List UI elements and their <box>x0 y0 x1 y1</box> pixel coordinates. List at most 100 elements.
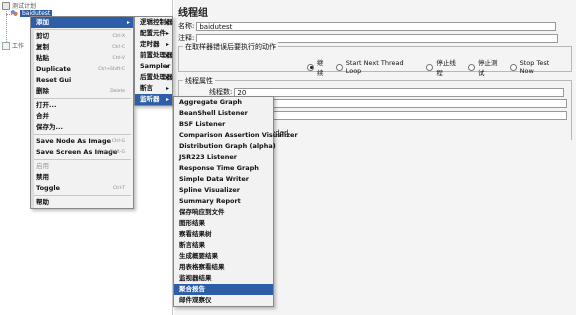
add-menu-item-3[interactable]: 前置处理器 ▸ <box>135 50 173 61</box>
radio-stop-test[interactable]: 停止测试 <box>468 57 504 77</box>
menu-item-shortcut: Ctrl-C <box>112 45 125 50</box>
listener-menu-item-aggregate-graph[interactable]: Aggregate Graph <box>174 97 273 108</box>
menu-item-label: 断言 <box>140 84 153 92</box>
error-action-legend: 在取样器错误后要执行的动作 <box>183 42 278 52</box>
context-menu-item-save-node-as-image[interactable]: Save Node As Image Ctrl-G <box>31 136 133 147</box>
name-field[interactable]: baidutest <box>196 21 557 31</box>
listener-menu-item-15[interactable]: 用表格察看结果 <box>174 262 273 273</box>
name-label: 名称: <box>178 22 195 30</box>
context-menu-item-reset-gui[interactable]: Reset Gui <box>31 75 133 86</box>
menu-item-label: 断言结果 <box>179 241 205 249</box>
menu-item-label: Reset Gui <box>36 76 72 84</box>
context-menu-item-3[interactable]: 复制 Ctrl-C <box>31 42 133 53</box>
menu-separator <box>33 29 131 30</box>
submenu-arrow-icon: ▸ <box>165 96 169 103</box>
radio-icon <box>335 63 343 71</box>
add-submenu: 逻辑控制器 ▸ 配置元件 ▸ 定时器 ▸ 前置处理器 ▸ Sampler ▸ 后置处理器 ▸ 断言 ▸ 监听… <box>134 16 173 106</box>
listener-menu-item-distribution-graph-alpha[interactable]: Distribution Graph (alpha) <box>174 141 276 152</box>
listener-menu-item-16[interactable]: 监视器结果 <box>174 273 273 284</box>
menu-item-label: 帮助 <box>36 198 49 206</box>
menu-item-label: 禁用 <box>36 173 49 181</box>
listener-menu-item-summary-report[interactable]: Summary Report <box>174 196 273 207</box>
menu-item-label: Distribution Graph (alpha) <box>179 142 276 150</box>
thread-group-icon <box>10 9 18 17</box>
listener-menu-item-18[interactable]: 邮件观察仪 <box>174 295 273 306</box>
add-menu-item-7[interactable]: 监听器 ▸ <box>135 94 172 105</box>
context-menu: 添加 ▸ 剪切 Ctrl-X 复制 Ctrl-C 粘贴 Ctrl-V Duplicate Ctrl… <box>30 16 134 209</box>
name-row: 名称: baidutest <box>178 21 557 31</box>
listener-menu-item-simple-data-writer[interactable]: Simple Data Writer <box>174 174 273 185</box>
menu-item-label: 监视器结果 <box>179 274 212 282</box>
menu-item-label: 打开... <box>36 101 57 109</box>
context-menu-item-9[interactable]: 打开... <box>31 100 133 111</box>
radio-stop-test-now[interactable]: Stop Test Now <box>509 59 565 75</box>
menu-item-shortcut: Ctrl+Shift-G <box>97 150 125 155</box>
menu-item-label: 复制 <box>36 43 49 51</box>
context-menu-item-10[interactable]: 合并 <box>31 111 133 122</box>
threads-field[interactable]: 20 <box>234 87 565 97</box>
tree-node-workbench[interactable]: 工作 <box>2 41 24 50</box>
context-menu-item-16: 启用 <box>31 161 133 172</box>
listener-menu-item-10[interactable]: 保存响应到文件 <box>174 207 273 218</box>
listener-menu-item-jsr223-listener[interactable]: JSR223 Listener <box>174 152 273 163</box>
menu-item-label: 保存响应到文件 <box>179 208 225 216</box>
listener-menu-item-11[interactable]: 图形结果 <box>174 218 273 229</box>
context-menu-item-save-screen-as-image[interactable]: Save Screen As Image Ctrl+Shift-G <box>31 147 133 158</box>
context-menu-item-7[interactable]: 删除 Delete <box>31 86 133 97</box>
add-menu-item-0[interactable]: 逻辑控制器 ▸ <box>135 17 173 28</box>
listener-menu-item-comparison-assertion-visualizer[interactable]: Comparison Assertion Visualizer <box>174 130 298 141</box>
submenu-arrow-icon: ▸ <box>165 19 169 26</box>
add-menu-item-sampler[interactable]: Sampler ▸ <box>135 61 172 72</box>
listener-menu-item-17[interactable]: 聚合报告 <box>174 284 273 295</box>
menu-item-label: BSF Listener <box>179 120 226 128</box>
menu-separator <box>33 195 131 196</box>
listener-menu-item-response-time-graph[interactable]: Response Time Graph <box>174 163 273 174</box>
radio-start-next-loop[interactable]: Start Next Thread Loop <box>335 59 421 75</box>
menu-item-shortcut: Ctrl-V <box>112 56 125 61</box>
add-menu-item-5[interactable]: 后置处理器 ▸ <box>135 72 173 83</box>
radio-continue[interactable]: 继续 <box>307 57 330 77</box>
menu-item-label: 保存为... <box>36 123 63 131</box>
menu-item-label: 合并 <box>36 112 49 120</box>
menu-item-label: 聚合报告 <box>179 285 205 293</box>
workbench-icon <box>2 41 10 50</box>
add-menu-item-1[interactable]: 配置元件 ▸ <box>135 28 172 39</box>
listener-menu-item-beanshell-listener[interactable]: BeanShell Listener <box>174 108 273 119</box>
listener-menu-item-13[interactable]: 断言结果 <box>174 240 273 251</box>
listener-menu-item-14[interactable]: 生成概要结果 <box>174 251 273 262</box>
menu-item-shortcut: Ctrl-X <box>112 34 126 39</box>
thread-props-legend: 线程属性 <box>183 76 215 86</box>
context-menu-item-0[interactable]: 添加 ▸ <box>31 17 133 28</box>
menu-item-label: Simple Data Writer <box>179 175 249 183</box>
menu-item-label: 粘贴 <box>36 54 49 62</box>
add-menu-item-2[interactable]: 定时器 ▸ <box>135 39 172 50</box>
menu-item-label: JSR223 Listener <box>179 153 237 161</box>
menu-item-label: 启用 <box>36 162 49 170</box>
context-menu-item-duplicate[interactable]: Duplicate Ctrl+Shift-C <box>31 64 133 75</box>
submenu-arrow-icon: ▸ <box>126 19 130 26</box>
menu-item-label: Duplicate <box>36 65 71 73</box>
add-menu-item-6[interactable]: 断言 ▸ <box>135 83 172 94</box>
page-title: 线程组 <box>178 8 208 19</box>
menu-item-label: Save Node As Image <box>36 137 112 145</box>
menu-item-shortcut: Delete <box>110 89 125 94</box>
listener-menu-item-spline-visualizer[interactable]: Spline Visualizer <box>174 185 273 196</box>
listener-submenu: Aggregate Graph BeanShell Listener BSF Lis… <box>173 96 298 307</box>
listener-menu-item-12[interactable]: 察看结果树 <box>174 229 273 240</box>
context-menu-item-toggle[interactable]: Toggle Ctrl-T <box>31 183 133 194</box>
menu-item-label: 察看结果树 <box>179 230 212 238</box>
error-action-options: 继续 Start Next Thread Loop 停止线程 停止测试 Stop… <box>307 57 571 77</box>
context-menu-item-4[interactable]: 粘贴 Ctrl-V <box>31 53 133 64</box>
menu-item-label: BeanShell Listener <box>179 109 248 117</box>
menu-item-label: Comparison Assertion Visualizer <box>179 131 298 139</box>
context-menu-item-17[interactable]: 禁用 <box>31 172 133 183</box>
context-menu-item-2[interactable]: 剪切 Ctrl-X <box>31 31 133 42</box>
context-menu-item-11[interactable]: 保存为... <box>31 122 133 133</box>
tree-node-label: 工作 <box>12 43 25 50</box>
context-menu-item-20[interactable]: 帮助 <box>31 197 133 208</box>
listener-menu-item-bsf-listener[interactable]: BSF Listener <box>174 119 273 130</box>
radio-stop-thread[interactable]: 停止线程 <box>426 57 462 77</box>
menu-item-label: 定时器 <box>140 40 160 48</box>
submenu-arrow-icon: ▸ <box>165 30 169 37</box>
submenu-arrow-icon: ▸ <box>165 63 169 70</box>
